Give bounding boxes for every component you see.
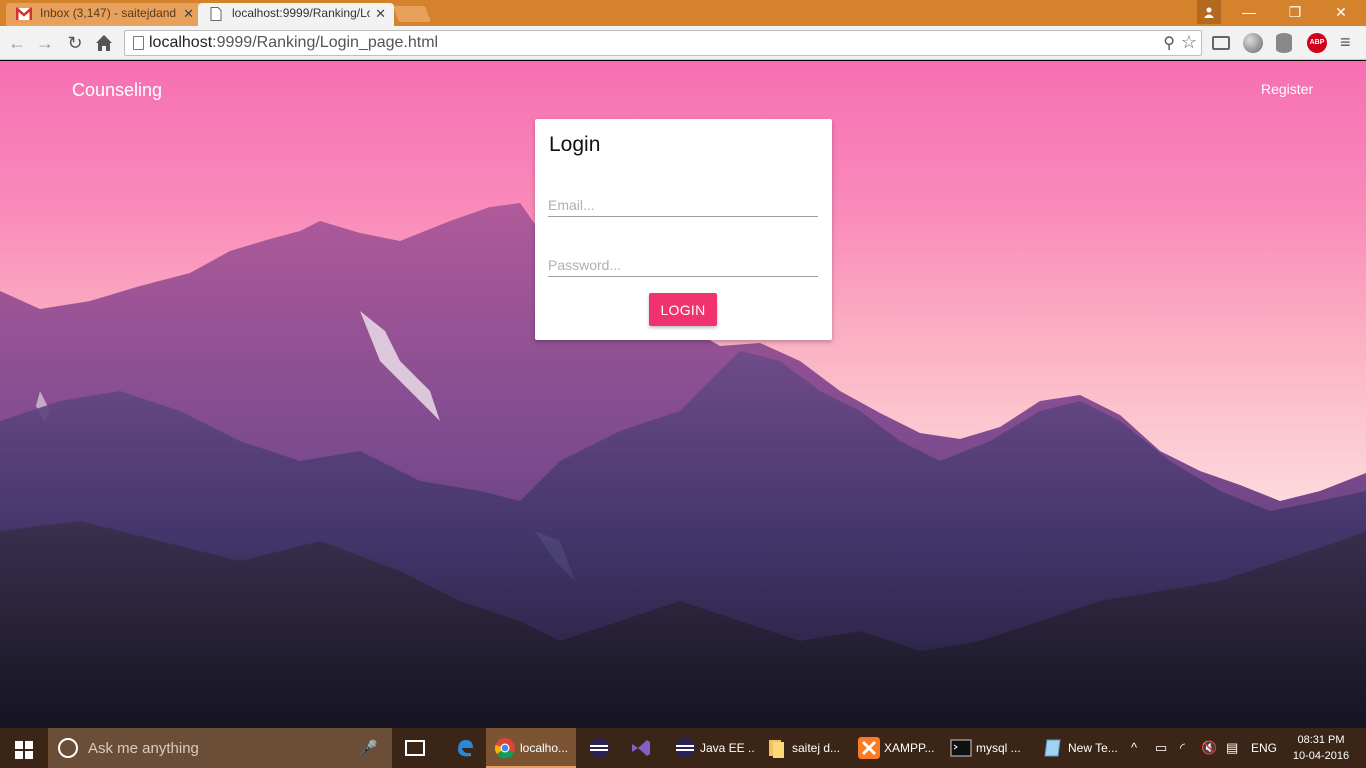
clock-date: 10-04-2016 [1292, 750, 1350, 762]
brand-logo[interactable]: Counseling [72, 80, 162, 101]
taskbar-app-xampp[interactable]: XAMPP... [850, 728, 938, 768]
back-arrow-icon[interactable]: ← [6, 32, 28, 54]
taskbar-app-label: Java EE ... [700, 741, 754, 755]
taskbar-app-notepad[interactable]: New Te... [1034, 728, 1120, 768]
microphone-icon[interactable]: 🎤 [359, 739, 378, 757]
gmail-icon [16, 7, 32, 20]
taskbar-app-label: localho... [520, 741, 569, 755]
password-field[interactable] [548, 253, 818, 277]
notepad-icon [1044, 739, 1061, 757]
page-viewport: Counseling Register Login LOGIN [0, 61, 1366, 728]
taskbar-app-visual-studio[interactable] [622, 728, 662, 768]
menu-icon[interactable]: ≡ [1340, 32, 1351, 53]
minimize-button[interactable]: — [1226, 0, 1272, 24]
taskbar-app-folder[interactable]: saitej d... [758, 728, 846, 768]
taskbar-app-chrome[interactable]: localho... [486, 728, 576, 768]
search-placeholder: Ask me anything [88, 740, 199, 757]
url-text[interactable]: localhost:9999/Ranking/Login_page.html [149, 34, 438, 52]
visual-studio-icon [632, 740, 650, 756]
register-link[interactable]: Register [1261, 81, 1313, 97]
login-card: Login LOGIN [535, 119, 832, 340]
eclipse-icon [589, 738, 609, 758]
taskbar-app-label: New Te... [1068, 741, 1118, 755]
close-icon[interactable]: ✕ [183, 3, 194, 24]
forward-arrow-icon[interactable]: → [34, 32, 56, 54]
taskbar: Ask me anything 🎤 localho... Java EE ...… [0, 728, 1366, 768]
task-view-icon[interactable] [405, 740, 425, 756]
login-button[interactable]: LOGIN [649, 293, 717, 326]
user-profile-icon[interactable] [1197, 0, 1221, 24]
wifi-icon[interactable]: ◜ [1180, 728, 1185, 768]
tab-label: Inbox (3,147) - saitejdand [40, 6, 177, 20]
email-field[interactable] [548, 193, 818, 217]
maximize-button[interactable]: ❐ [1272, 0, 1318, 24]
chevron-up-icon[interactable]: ^ [1131, 728, 1137, 768]
reload-icon[interactable]: ↻ [64, 32, 86, 54]
address-bar[interactable]: localhost:9999/Ranking/Login_page.html ⚲… [124, 30, 1202, 56]
globe-extension-icon[interactable] [1243, 33, 1263, 53]
home-icon[interactable] [93, 32, 115, 54]
page-icon [210, 7, 222, 21]
taskbar-app-mysql[interactable]: mysql ... [942, 728, 1030, 768]
close-icon[interactable]: ✕ [375, 3, 386, 24]
clock-time: 08:31 PM [1297, 734, 1345, 746]
tab-login-page[interactable]: localhost:9999/Ranking/Lo ✕ [198, 3, 394, 26]
volume-muted-icon[interactable]: 🔇 [1201, 728, 1217, 768]
close-window-button[interactable]: ✕ [1318, 0, 1364, 24]
edge-icon [458, 740, 473, 757]
cast-icon[interactable] [1212, 36, 1230, 50]
database-extension-icon[interactable] [1276, 33, 1292, 53]
zoom-icon[interactable]: ⚲ [1163, 33, 1175, 53]
tab-strip: Inbox (3,147) - saitejdand ✕ localhost:9… [0, 0, 1366, 26]
taskbar-app-edge[interactable] [446, 728, 482, 768]
adblock-plus-icon[interactable]: ABP [1307, 33, 1327, 53]
system-clock[interactable]: 08:31 PM 10-04-2016 [1288, 732, 1354, 764]
bookmark-star-icon[interactable]: ☆ [1181, 32, 1197, 53]
cortana-icon [58, 738, 78, 758]
battery-icon[interactable]: ▭ [1155, 728, 1167, 768]
taskbar-app-eclipse[interactable] [580, 728, 618, 768]
tab-label: localhost:9999/Ranking/Lo [232, 6, 370, 20]
folder-icon [769, 740, 784, 758]
eclipse-icon [675, 738, 695, 758]
browser-toolbar: ← → ↻ localhost:9999/Ranking/Login_page.… [0, 26, 1366, 60]
xampp-icon [858, 737, 880, 759]
taskbar-app-label: mysql ... [976, 741, 1021, 755]
language-indicator[interactable]: ENG [1251, 728, 1277, 768]
new-tab-button[interactable] [393, 6, 431, 22]
taskbar-app-label: saitej d... [792, 741, 841, 755]
action-center-icon[interactable]: ▤ [1226, 728, 1238, 768]
cmd-icon [950, 739, 972, 757]
cortana-search-box[interactable]: Ask me anything 🎤 [48, 728, 392, 768]
url-host: localhost [149, 34, 213, 51]
tab-gmail[interactable]: Inbox (3,147) - saitejdand ✕ [6, 3, 202, 26]
url-path: :9999/Ranking/Login_page.html [212, 34, 439, 51]
chrome-icon [495, 738, 515, 759]
page-icon [133, 36, 144, 50]
windows-start-icon[interactable] [0, 728, 48, 768]
taskbar-app-label: XAMPP... [884, 741, 935, 755]
taskbar-app-java-ee[interactable]: Java EE ... [666, 728, 754, 768]
login-title: Login [549, 133, 601, 156]
